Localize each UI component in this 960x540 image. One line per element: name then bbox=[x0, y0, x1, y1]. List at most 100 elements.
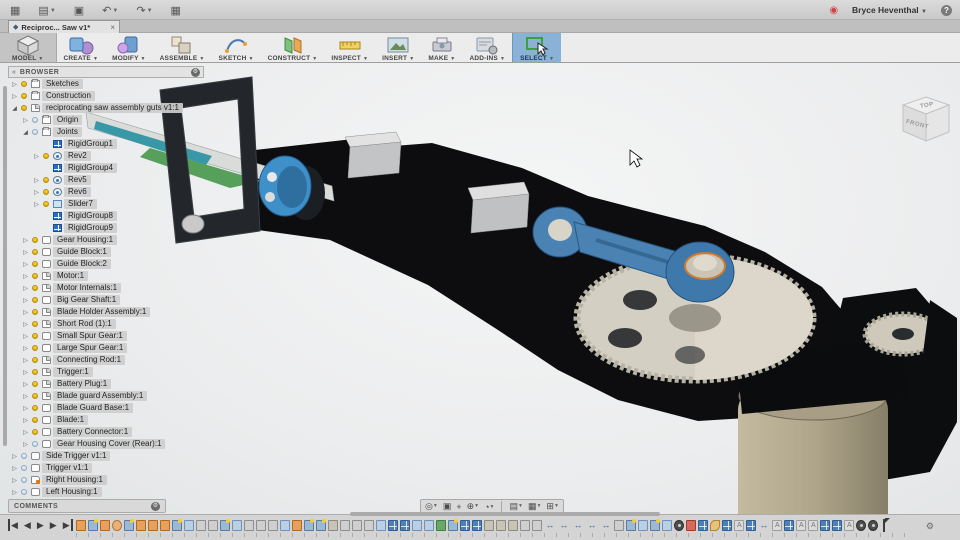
timeline-feature-pattern-icon[interactable] bbox=[472, 520, 482, 531]
display-settings-icon[interactable]: ▤▼ bbox=[509, 501, 522, 512]
tree-row-guide-block-2[interactable]: ▷ Guide Block:2 bbox=[8, 258, 183, 270]
tree-row-sketches[interactable]: ▷ Sketches bbox=[8, 78, 183, 90]
visibility-bulb-icon[interactable] bbox=[32, 393, 38, 399]
visibility-bulb-icon[interactable] bbox=[32, 273, 38, 279]
visibility-bulb-icon[interactable] bbox=[43, 201, 49, 207]
timeline-feature-joint-icon[interactable] bbox=[76, 520, 86, 531]
file-menu-icon[interactable]: ▤▼ bbox=[38, 5, 55, 17]
save-icon[interactable]: ▣ bbox=[74, 5, 84, 17]
tree-expand-icon[interactable]: ▷ bbox=[32, 153, 41, 160]
close-icon[interactable]: × bbox=[110, 23, 115, 32]
timeline-feature-pattern-icon[interactable] bbox=[388, 520, 398, 531]
viewports-icon[interactable]: ⊞▼ bbox=[546, 501, 559, 512]
tree-expand-icon[interactable]: ▷ bbox=[10, 81, 19, 88]
viewcube[interactable]: TOP FRONT bbox=[897, 93, 955, 153]
tree-expand-icon[interactable]: ▷ bbox=[10, 93, 19, 100]
timeline-feature-arrow-icon[interactable]: ↔ bbox=[544, 520, 556, 531]
timeline-feature-sketch-icon[interactable] bbox=[316, 519, 326, 531]
tree-row-rev2[interactable]: ▷ Rev2 bbox=[8, 150, 183, 162]
toolbar-group-addins[interactable]: ADD-INS ▼ bbox=[462, 33, 512, 62]
toolbar-group-create[interactable]: CREATE ▼ bbox=[57, 33, 106, 62]
tree-row-rigidgroup4[interactable]: RigidGroup4 bbox=[8, 162, 183, 174]
timeline-feature-asbuilt-icon[interactable] bbox=[844, 520, 854, 531]
tree-row-blade-holder-assembly-1[interactable]: ▷ Blade Holder Assembly:1 bbox=[8, 306, 183, 318]
tree-row-connecting-rod-1[interactable]: ▷ Connecting Rod:1 bbox=[8, 354, 183, 366]
timeline-feature-joint-icon[interactable] bbox=[292, 520, 302, 531]
tree-row-guide-block-1[interactable]: ▷ Guide Block:1 bbox=[8, 246, 183, 258]
visibility-bulb-icon[interactable] bbox=[32, 237, 38, 243]
tree-row-rigidgroup8[interactable]: RigidGroup8 bbox=[8, 210, 183, 222]
timeline-settings-gear-icon[interactable]: ⚙ bbox=[926, 521, 934, 532]
tree-expand-icon[interactable]: ▷ bbox=[10, 453, 19, 460]
tree-expand-icon[interactable]: ▷ bbox=[21, 381, 30, 388]
toolbar-group-construct[interactable]: CONSTRUCT ▼ bbox=[261, 33, 325, 62]
timeline-feature-extrude-icon[interactable] bbox=[614, 520, 624, 531]
tree-row-trigger-v1-1[interactable]: ▷ Trigger v1:1 bbox=[8, 462, 183, 474]
tree-row-rev6[interactable]: ▷ Rev6 bbox=[8, 186, 183, 198]
timeline-feature-motor-icon[interactable] bbox=[856, 520, 866, 531]
timeline-feature-extrude-icon[interactable] bbox=[196, 520, 206, 531]
timeline-feature-sketch-icon[interactable] bbox=[172, 519, 182, 531]
visibility-bulb-icon[interactable] bbox=[32, 297, 38, 303]
timeline-scrollbar[interactable] bbox=[350, 512, 660, 516]
timeline-feature-revolve-icon[interactable] bbox=[112, 520, 122, 531]
timeline-feature-asbuilt-icon[interactable] bbox=[808, 520, 818, 531]
visibility-bulb-icon[interactable] bbox=[32, 357, 38, 363]
timeline-feature-extrude-icon[interactable] bbox=[352, 520, 362, 531]
tree-expand-icon[interactable]: ▷ bbox=[21, 321, 30, 328]
tree-collapse-icon[interactable]: ◢ bbox=[10, 105, 19, 112]
toolbar-group-modify[interactable]: MODIFY ▼ bbox=[105, 33, 153, 62]
timeline-feature-component-icon[interactable] bbox=[662, 520, 672, 531]
timeline-feature-slab-icon[interactable] bbox=[508, 520, 518, 531]
document-tab[interactable]: ◆ Reciproc... Saw v1* × bbox=[8, 20, 120, 33]
tree-row-big-gear-shaft-1[interactable]: ▷ Big Gear Shaft:1 bbox=[8, 294, 183, 306]
timeline-feature-mirror-icon[interactable] bbox=[436, 520, 446, 531]
tree-expand-icon[interactable]: ▷ bbox=[21, 429, 30, 436]
gear-icon[interactable]: ⚙ bbox=[151, 501, 160, 511]
visibility-bulb-icon[interactable] bbox=[32, 309, 38, 315]
timeline-feature-extrude-icon[interactable] bbox=[244, 520, 254, 531]
play-button[interactable]: ▶ bbox=[50, 519, 57, 531]
tree-expand-icon[interactable]: ▷ bbox=[21, 237, 30, 244]
tree-row-large-spur-gear-1[interactable]: ▷ Large Spur Gear:1 bbox=[8, 342, 183, 354]
tree-expand-icon[interactable]: ▷ bbox=[21, 273, 30, 280]
pan-icon[interactable]: + bbox=[456, 502, 461, 512]
toolbar-group-inspect[interactable]: INSPECT ▼ bbox=[324, 33, 375, 62]
timeline-feature-motor-icon[interactable] bbox=[674, 520, 684, 531]
timeline-feature-asbuilt-icon[interactable] bbox=[796, 520, 806, 531]
toolbar-group-assemble[interactable]: ASSEMBLE ▼ bbox=[153, 33, 212, 62]
timeline-feature-asbuilt-icon[interactable] bbox=[772, 520, 782, 531]
tree-expand-icon[interactable]: ▷ bbox=[21, 393, 30, 400]
timeline-feature-link-icon[interactable] bbox=[710, 520, 720, 531]
visibility-bulb-icon[interactable] bbox=[32, 261, 38, 267]
visibility-bulb-icon[interactable] bbox=[21, 465, 27, 471]
timeline-feature-sketch-icon[interactable] bbox=[88, 519, 98, 531]
timeline-feature-pin-icon[interactable] bbox=[686, 520, 696, 531]
visibility-bulb-icon[interactable] bbox=[32, 333, 38, 339]
timeline-feature-arrow-icon[interactable]: ↔ bbox=[586, 520, 598, 531]
timeline-feature-motor-icon[interactable] bbox=[868, 520, 878, 531]
toolbar-group-model[interactable]: MODEL ▼ bbox=[0, 33, 57, 62]
visibility-bulb-icon[interactable] bbox=[32, 117, 38, 123]
tree-row-battery-connector-1[interactable]: ▷ Battery Connector:1 bbox=[8, 426, 183, 438]
tree-row-joints[interactable]: ◢ Joints bbox=[8, 126, 183, 138]
timeline-feature-component-icon[interactable] bbox=[412, 520, 422, 531]
timeline-feature-slab-icon[interactable] bbox=[328, 520, 338, 531]
user-account-menu[interactable]: Bryce Heventhal ▼ bbox=[852, 5, 927, 15]
tree-row-reciprocating-saw-assembly-guts-v1-1[interactable]: ◢ reciprocating saw assembly guts v1:1 bbox=[8, 102, 183, 114]
visibility-bulb-icon[interactable] bbox=[32, 441, 38, 447]
collapse-panel-icon[interactable]: « bbox=[12, 69, 16, 76]
tree-expand-icon[interactable]: ▷ bbox=[21, 333, 30, 340]
tree-row-small-spur-gear-1[interactable]: ▷ Small Spur Gear:1 bbox=[8, 330, 183, 342]
tree-expand-icon[interactable]: ▷ bbox=[21, 417, 30, 424]
go-to-start-button[interactable]: ◀ bbox=[8, 519, 18, 531]
timeline-position-marker[interactable] bbox=[883, 518, 890, 532]
timeline-feature-sketch-icon[interactable] bbox=[220, 519, 230, 531]
timeline-feature-asbuilt-icon[interactable] bbox=[734, 520, 744, 531]
tree-row-slider7[interactable]: ▷ Slider7 bbox=[8, 198, 183, 210]
visibility-bulb-icon[interactable] bbox=[43, 153, 49, 159]
tree-expand-icon[interactable]: ▷ bbox=[21, 285, 30, 292]
timeline-feature-extrude-icon[interactable] bbox=[268, 520, 278, 531]
tree-row-motor-internals-1[interactable]: ▷ Motor Internals:1 bbox=[8, 282, 183, 294]
timeline-feature-slab-icon[interactable] bbox=[496, 520, 506, 531]
